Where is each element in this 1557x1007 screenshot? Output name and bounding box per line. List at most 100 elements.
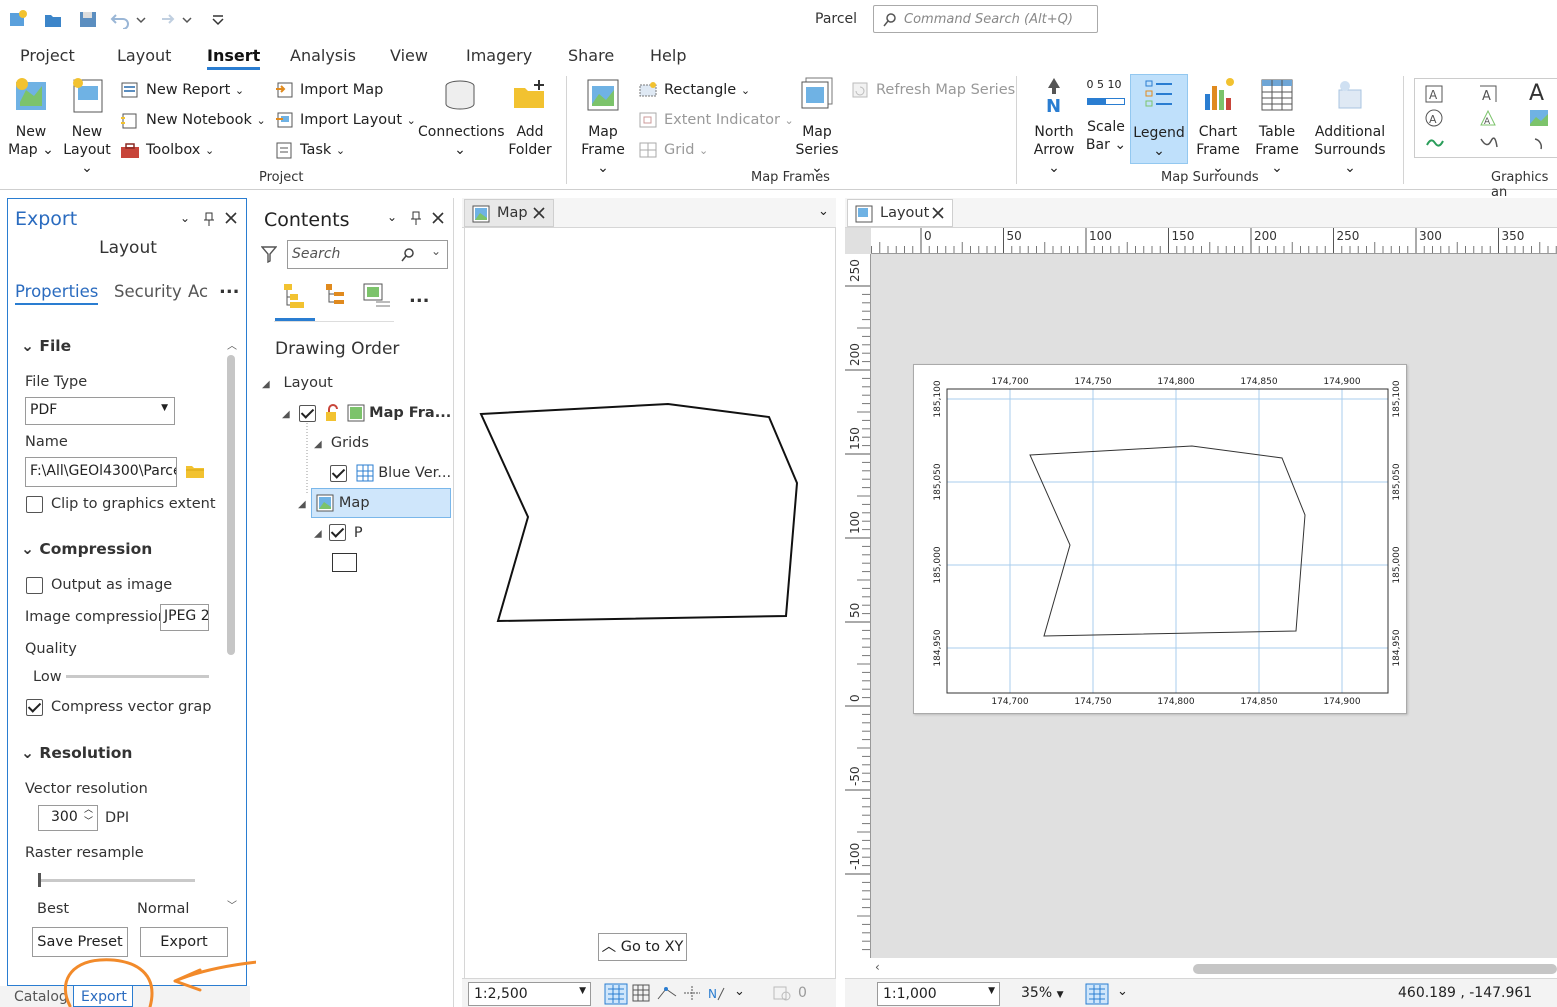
rectangle-button[interactable]: Rectangle ⌄ [638, 79, 750, 101]
tab-share[interactable]: Share [568, 46, 614, 65]
redo-dropdown-icon[interactable] [181, 9, 193, 29]
map-series-button[interactable]: Map Series ⌄ [790, 76, 844, 177]
grid-toggle-icon[interactable] [632, 984, 650, 1002]
grid-button[interactable]: Grid ⌄ [638, 139, 708, 161]
map-canvas[interactable] [464, 228, 836, 978]
close-icon[interactable] [533, 207, 545, 219]
p-visibility-checkbox[interactable] [329, 524, 347, 541]
file-type-select[interactable]: PDF ▼ [25, 397, 175, 425]
more-views-button[interactable]: ... [409, 286, 430, 307]
open-project-icon[interactable] [43, 9, 63, 29]
tab-project[interactable]: Project [20, 46, 75, 65]
status-tools-dropdown[interactable]: ⌄ [734, 984, 745, 999]
additional-surrounds-button[interactable]: Additional Surrounds ⌄ [1308, 76, 1392, 177]
refresh-map-series-button[interactable]: Refresh Map Series [850, 79, 1015, 101]
close-icon[interactable] [225, 212, 237, 224]
raster-resample-thumb[interactable] [38, 873, 41, 887]
layout-scale-select[interactable]: 1:1,000 ▼ [877, 982, 1000, 1006]
vector-resolution-input[interactable]: 300 ︿ ﹀ [38, 805, 98, 831]
scrollbar-thumb[interactable] [227, 355, 235, 655]
blue-vertical-visibility-checkbox[interactable] [330, 464, 347, 482]
map-frame-button[interactable]: Map Frame ⌄ [574, 76, 632, 177]
import-map-button[interactable]: Import Map [274, 79, 383, 101]
map-scale-select[interactable]: 1:2,500 ▼ [468, 982, 591, 1006]
scroll-left-button[interactable]: ‹ [875, 960, 880, 974]
arc-icon[interactable] [1531, 135, 1551, 151]
callout-text-icon[interactable]: A [1479, 85, 1497, 103]
large-text-icon[interactable]: A [1529, 81, 1544, 106]
constraints-icon[interactable] [656, 984, 678, 1002]
new-project-icon[interactable] [8, 9, 28, 29]
zoom-select[interactable]: 35% ▼ [1021, 985, 1064, 1001]
legend-button[interactable]: Legend ⌄ [1130, 74, 1188, 164]
list-by-selection-icon[interactable] [362, 282, 392, 310]
tree-item-layout[interactable]: ◢ Layout [262, 375, 333, 391]
curve-text-icon[interactable] [1425, 135, 1445, 151]
contents-search-input[interactable]: Search ⌄ [287, 240, 448, 269]
layout-tools-dropdown[interactable]: ⌄ [1117, 984, 1128, 999]
new-notebook-button[interactable]: New Notebook ⌄ [120, 109, 266, 131]
layout-page[interactable]: 174,700 174,700 174,750 174,750 174,800 174,8… [913, 364, 1407, 714]
selection-count-icon[interactable] [772, 984, 794, 1002]
tree-item-grids[interactable]: ◢ Grids [314, 435, 369, 451]
tab-accessibility[interactable]: Ac [188, 282, 208, 301]
customize-toolbar-icon[interactable] [210, 9, 226, 29]
clip-to-graphics-checkbox[interactable] [26, 496, 43, 513]
quality-slider[interactable] [66, 675, 209, 678]
tab-security[interactable]: Security [114, 282, 182, 301]
task-button[interactable]: Task ⌄ [274, 139, 345, 161]
guides-icon[interactable] [682, 984, 702, 1002]
file-name-input[interactable]: F:\All\GEOl4300\Parce [25, 457, 177, 487]
snapping-icon[interactable] [604, 983, 628, 1005]
tree-item-blue-vertical[interactable]: Blue Ver... [330, 464, 451, 482]
parcel-polygon[interactable] [465, 228, 837, 648]
close-icon[interactable] [432, 212, 444, 224]
layout-scrollbar-thumb[interactable] [1193, 964, 1557, 974]
connections-button[interactable]: Connections ⌄ [418, 76, 505, 159]
folder-browse-icon[interactable] [185, 463, 205, 479]
new-map-button[interactable]: New Map ⌄ [8, 76, 54, 159]
picture-icon[interactable] [1529, 109, 1549, 127]
tab-view[interactable]: View [390, 46, 428, 65]
raster-resample-slider[interactable] [38, 873, 195, 887]
chart-frame-button[interactable]: Chart Frame ⌄ [1190, 76, 1246, 177]
layout-tab[interactable]: Layout [847, 199, 953, 227]
tree-item-map-frame[interactable]: ◢ Map Fra... [282, 404, 451, 422]
image-compression-select[interactable]: JPEG 2 [160, 604, 209, 631]
new-layout-button[interactable]: New Layout ⌄ [62, 76, 112, 177]
map-tab[interactable]: Map [464, 199, 554, 227]
redo-icon[interactable] [155, 9, 175, 29]
tab-help[interactable]: Help [650, 46, 686, 65]
pin-icon[interactable] [411, 211, 421, 225]
new-report-button[interactable]: New Report ⌄ [120, 79, 244, 101]
import-layout-button[interactable]: Import Layout ⌄ [274, 109, 416, 131]
compression-section-header[interactable]: ⌄ Compression [21, 540, 152, 558]
scale-bar-button[interactable]: 0 5 10 Scale Bar ⌄ [1084, 76, 1128, 154]
map-frame-visibility-checkbox[interactable] [299, 404, 317, 422]
lock-icon[interactable] [324, 404, 342, 422]
tab-insert[interactable]: Insert [207, 46, 261, 70]
tab-layout[interactable]: Layout [117, 46, 171, 65]
list-by-source-icon[interactable] [324, 282, 348, 310]
pane-options-dropdown[interactable]: ⌄ [180, 211, 190, 225]
north-correction-icon[interactable]: N [706, 984, 726, 1002]
p-symbol-swatch[interactable] [332, 553, 357, 572]
go-to-xy-button[interactable]: ︿ Go to XY [598, 933, 687, 961]
graphics-gallery[interactable]: A A A A A [1414, 78, 1557, 158]
layout-snapping-icon[interactable] [1085, 983, 1109, 1005]
more-tabs-button[interactable]: ... [219, 277, 240, 298]
map-frame[interactable]: 174,700 174,700 174,750 174,750 174,800 174,8… [914, 365, 1408, 715]
undo-dropdown-icon[interactable] [135, 9, 147, 29]
close-icon[interactable] [932, 207, 944, 219]
output-as-image-checkbox[interactable] [26, 577, 43, 594]
undo-icon[interactable] [110, 9, 130, 29]
spline-text-icon[interactable] [1479, 135, 1499, 151]
save-project-icon[interactable] [78, 9, 98, 29]
circle-text-icon[interactable]: A [1425, 109, 1443, 127]
command-search-input[interactable]: Command Search (Alt+Q) [873, 5, 1098, 33]
compress-vector-checkbox[interactable] [26, 699, 43, 716]
file-section-header[interactable]: ⌄ File [21, 337, 71, 355]
contents-options-dropdown[interactable]: ⌄ [387, 210, 397, 224]
tab-list-dropdown[interactable]: ⌄ [818, 204, 829, 219]
resolution-section-header[interactable]: ⌄ Resolution [21, 744, 132, 762]
